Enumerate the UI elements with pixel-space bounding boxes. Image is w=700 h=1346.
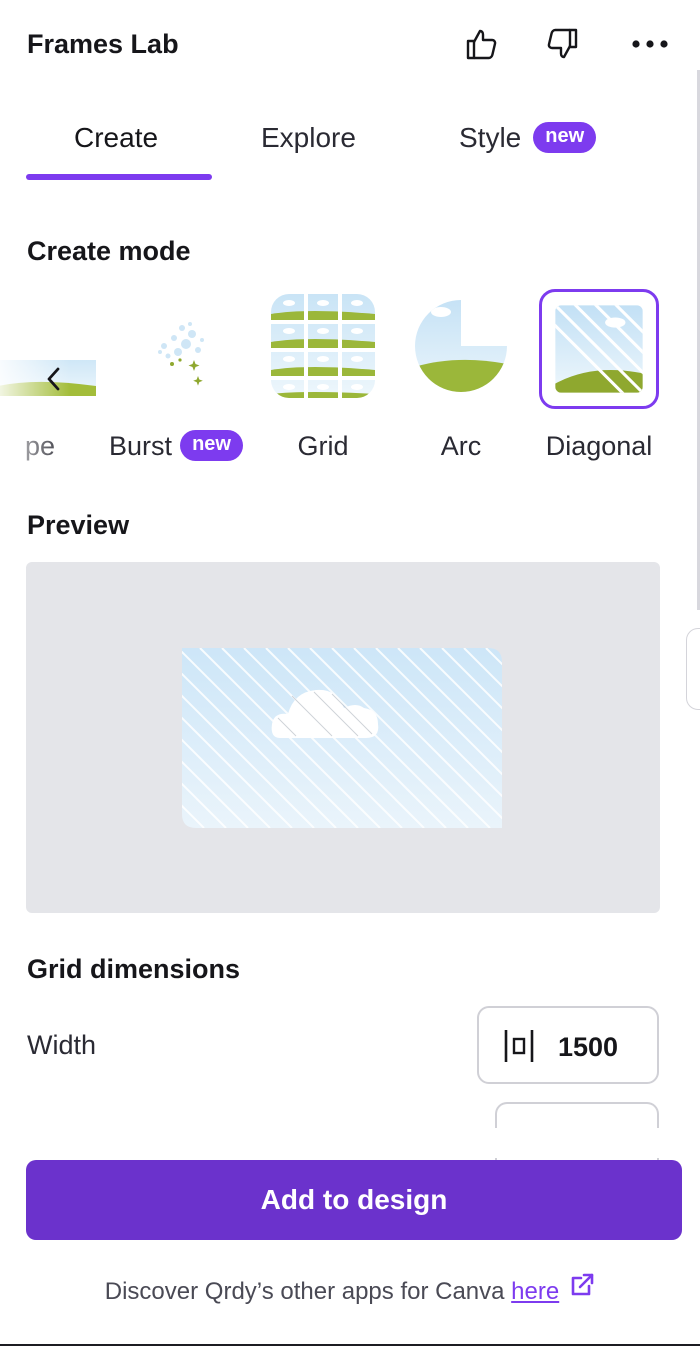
carousel-prev-button[interactable] xyxy=(36,361,72,397)
diagonal-thumbnail-selected xyxy=(539,289,659,409)
burst-thumbnail xyxy=(158,322,204,386)
active-tab-indicator xyxy=(26,174,212,180)
mode-diagonal[interactable]: Diagonal xyxy=(529,285,669,475)
mode-label: pe xyxy=(24,431,56,461)
mode-label: Diagonal xyxy=(545,431,653,461)
mode-label: Grid xyxy=(297,431,349,461)
burst-label: Burst xyxy=(109,431,173,461)
preview-image xyxy=(182,648,502,828)
mode-arc[interactable]: Arc xyxy=(391,285,531,475)
mode-grid[interactable]: Grid xyxy=(253,285,393,475)
grid-thumbnail xyxy=(271,294,375,398)
arc-thumbnail xyxy=(415,300,507,392)
tab-explore[interactable]: Explore xyxy=(261,122,356,154)
footer-text: Discover Qrdy’s other apps for Canva xyxy=(104,1277,505,1305)
width-icon xyxy=(504,1030,534,1062)
chevron-left-icon xyxy=(47,367,60,391)
thumbs-down-icon[interactable] xyxy=(542,24,582,64)
tab-create-label: Create xyxy=(74,122,159,153)
tab-style[interactable]: Style new xyxy=(459,122,597,155)
add-to-design-button[interactable]: Add to design xyxy=(26,1160,682,1240)
mode-carousel: pe Burst new Grid Arc Diagonal xyxy=(0,285,700,485)
width-value: 1500 xyxy=(558,1032,619,1062)
side-panel-handle[interactable] xyxy=(686,628,700,710)
diagonal-thumbnail xyxy=(555,305,643,393)
app-title: Frames Lab xyxy=(27,29,179,59)
tab-explore-label: Explore xyxy=(261,122,356,153)
external-link-icon[interactable] xyxy=(569,1272,595,1305)
grid-dimensions-title: Grid dimensions xyxy=(27,954,241,984)
mode-label: Burst new xyxy=(101,430,251,463)
mode-label: Arc xyxy=(440,431,482,461)
new-badge: new xyxy=(180,430,243,462)
width-label: Width xyxy=(27,1030,97,1060)
width-input[interactable]: 1500 xyxy=(477,1006,659,1084)
scroll-clip xyxy=(0,1128,700,1158)
header: Frames Lab xyxy=(0,0,700,90)
create-mode-title: Create mode xyxy=(27,236,191,266)
footer: Discover Qrdy’s other apps for Canva her… xyxy=(0,1273,700,1309)
thumbs-up-icon[interactable] xyxy=(462,24,502,64)
tab-create[interactable]: Create xyxy=(74,122,158,154)
footer-link[interactable]: here xyxy=(511,1278,559,1305)
preview-title: Preview xyxy=(27,510,130,540)
new-badge: new xyxy=(533,122,597,154)
more-icon[interactable] xyxy=(630,24,670,64)
tab-bar: Create Explore Style new xyxy=(0,100,700,184)
mode-burst[interactable]: Burst new xyxy=(101,285,251,475)
tab-style-label: Style xyxy=(459,122,522,153)
